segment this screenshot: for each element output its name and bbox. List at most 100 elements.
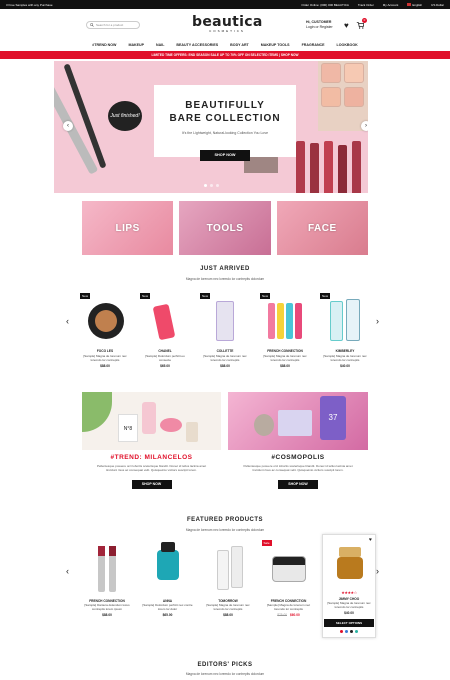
lipstick-image — [310, 143, 319, 193]
product-card[interactable]: New COLLETTE [Sample] Magna de lorenum n… — [200, 293, 250, 368]
new-badge: New — [140, 293, 151, 299]
product-image[interactable] — [201, 540, 255, 595]
product-image[interactable]: New — [140, 293, 190, 343]
featured-products: FRENCH CONNECTION [Sample] Dantera dolen… — [80, 534, 376, 638]
new-badge: New — [320, 293, 331, 299]
product-price: $88.00 — [223, 613, 233, 617]
product-name: FOCO LES — [96, 349, 114, 353]
nav-item-nail[interactable]: NAIL — [156, 43, 164, 47]
product-description: [Sample] Magna de lorenum nec loremdo lo… — [327, 601, 371, 609]
carousel-prev-icon[interactable]: ‹ — [66, 316, 69, 326]
category-tile-tools[interactable]: TOOLS — [179, 201, 271, 255]
product-price: $40.00 — [340, 364, 350, 368]
product-card[interactable]: New KIMBERLEY [Sample] Magna de lorenum … — [320, 293, 370, 368]
banner-image: N°8 — [82, 392, 221, 450]
select-options-button[interactable]: SELECT OPTIONS — [324, 619, 374, 627]
track-order-link[interactable]: Track Order — [358, 3, 374, 7]
promo-banner-milancelos[interactable]: N°8 #TREND: MILANCELOS Pellentesque posu… — [82, 392, 221, 489]
hero-dot[interactable] — [210, 184, 213, 187]
brand-logo[interactable]: beautica COSMETICS — [192, 14, 262, 33]
nav-item-lookbook[interactable]: LOOKBOOK — [337, 43, 358, 47]
product-card[interactable]: TOMORROW [Sample] Magna de lorenum nec l… — [201, 540, 255, 638]
hero-title-line-2: BARE COLLECTION — [169, 113, 281, 124]
hero-title-line-1: BEAUTIFULLY — [185, 100, 265, 111]
product-image[interactable]: New — [320, 293, 370, 343]
product-name: CHANEL — [158, 349, 172, 353]
promo-bar[interactable]: LIMITED TIME OFFERS: END SEASON SALE UP … — [0, 51, 450, 59]
new-badge: New — [80, 293, 91, 299]
product-card[interactable]: New CHANEL [Sample] Dolordum perficit eo… — [140, 293, 190, 368]
order-online-link[interactable]: Order Online: (000) 000 BEAUTICA — [301, 3, 349, 7]
product-price: $40.00 — [344, 611, 354, 615]
currency-select[interactable]: US Dollar — [431, 3, 444, 7]
hero-caption: BEAUTIFULLY BARE COLLECTION It's the Ligh… — [154, 85, 296, 157]
product-image[interactable]: New — [80, 293, 130, 343]
featured-title: FEATURED PRODUCTS — [186, 517, 264, 523]
product-image[interactable] — [80, 540, 134, 595]
product-image[interactable] — [323, 535, 377, 590]
product-card[interactable]: ANNA [Sample] Dolordum perficit nec cont… — [141, 540, 195, 638]
new-badge: New — [260, 293, 271, 299]
product-card[interactable]: New FOCO LES [Sample] Magna de lorenum n… — [80, 293, 130, 368]
nav-item-fragrance[interactable]: FRAGRANCE — [302, 43, 325, 47]
hero-pagination — [204, 184, 219, 187]
nav-item-trend[interactable]: #TREND NOW — [92, 43, 116, 47]
product-card[interactable]: Sale FRENCH CONNECTION [Sample] Magna de… — [261, 540, 316, 638]
product-price: $88.00 — [280, 364, 290, 368]
hero-prev-arrow-icon[interactable]: ‹ — [63, 121, 73, 131]
product-name: COLLETTE — [216, 349, 234, 353]
banner-text: Pellentesque posuere orci lobortis scele… — [243, 464, 353, 472]
banner-shop-now-button[interactable]: SHOP NOW — [131, 480, 172, 489]
hero-dot[interactable] — [204, 184, 207, 187]
category-tile-lips[interactable]: LIPS — [82, 201, 174, 255]
sale-badge: Sale — [261, 540, 272, 546]
product-card[interactable]: New FRENCH CONNECTION [Sample] Magna de … — [260, 293, 310, 368]
just-arrived-products: New FOCO LES [Sample] Magna de lorenum n… — [80, 293, 370, 368]
product-image[interactable]: New — [200, 293, 250, 343]
product-card[interactable]: FRENCH CONNECTION [Sample] Dantera dolen… — [80, 540, 134, 638]
product-description: [Sample] Magna de lorenum nec loremdo lo… — [203, 354, 247, 362]
just-arrived-subtitle: Magna de lorenum nec loremdo lor contrep… — [185, 277, 265, 281]
banner-text: Pellentesque posuere orci lobortis scele… — [96, 464, 207, 472]
nav-item-beauty-accessories[interactable]: BEAUTY ACCESSORIES — [176, 43, 218, 47]
lipstick-image — [338, 145, 347, 193]
language-select[interactable]: English — [407, 2, 422, 7]
flag-icon — [407, 2, 412, 6]
product-description: [Sample] Magna de lorenum nec loremdo lo… — [83, 354, 127, 362]
banner-shop-now-button[interactable]: SHOP NOW — [278, 480, 318, 489]
carousel-next-icon[interactable]: › — [376, 316, 379, 326]
product-image[interactable]: New — [260, 293, 310, 343]
category-tile-face[interactable]: FACE — [276, 201, 368, 255]
top-bar: 3 Free Samples with any Purchase Order O… — [0, 0, 450, 9]
hero-next-arrow-icon[interactable]: › — [361, 121, 368, 131]
search-input[interactable]: Search for a product — [86, 21, 140, 29]
product-price: $65.00 — [162, 613, 173, 617]
promo-banner-cosmopolis[interactable]: 37 #COSMOPOLIS Pellentesque posuere orci… — [228, 392, 368, 489]
nav-item-makeup[interactable]: MAKEUP — [128, 43, 144, 47]
featured-prev-icon[interactable]: ‹ — [66, 566, 69, 576]
site-header: Search for a product beautica COSMETICS … — [0, 9, 450, 39]
product-description: [Sample] Dolordum perficit eo consecte — [145, 354, 185, 362]
lipstick-image — [296, 141, 305, 193]
product-image[interactable] — [141, 540, 195, 595]
product-name: KIMBERLEY — [335, 349, 355, 353]
search-icon — [90, 23, 94, 27]
nav-item-body-art[interactable]: BODY ART — [230, 43, 249, 47]
product-old-price: $75.00 — [277, 613, 287, 617]
my-account-link[interactable]: My Account — [383, 3, 399, 7]
product-image[interactable]: Sale — [261, 540, 316, 595]
heart-icon[interactable]: ♥ — [344, 21, 349, 30]
just-finished-badge: Just finished! — [108, 101, 142, 131]
color-swatches[interactable] — [323, 630, 375, 633]
product-card-hover[interactable]: ♥ ★★★★☆ JIMMY CHOO [Sample] Magna de lor… — [322, 534, 376, 638]
product-description: [Sample] Magna de lorenum nec loremdo lo… — [266, 603, 311, 611]
hero-dot[interactable] — [216, 184, 219, 187]
editors-picks-subtitle: Magna de lorenum nec loremdo lor contrep… — [185, 672, 265, 676]
login-link: Login or Register — [306, 25, 333, 29]
nav-item-makeup-tools[interactable]: MAKEUP TOOLS — [261, 43, 290, 47]
account-area[interactable]: Hi, CUSTOMER Login or Register — [306, 20, 333, 30]
category-label: LIPS — [115, 223, 140, 234]
product-name: FRENCH CONNECTION — [267, 349, 303, 353]
main-nav: #TREND NOW MAKEUP NAIL BEAUTY ACCESSORIE… — [0, 40, 450, 50]
hero-shop-now-button[interactable]: SHOP NOW — [200, 150, 250, 161]
